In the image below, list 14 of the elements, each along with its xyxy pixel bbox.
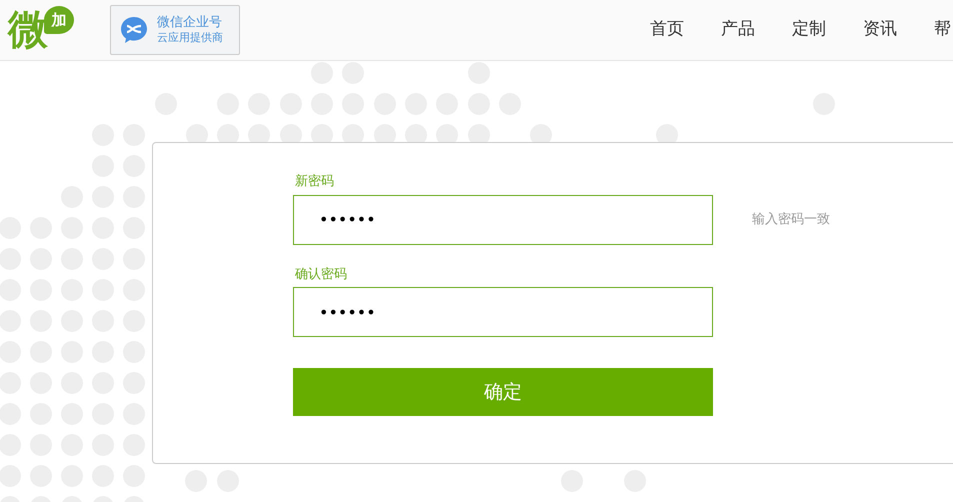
chat-bubble-icon (119, 15, 149, 45)
password-field[interactable]: •••••• (293, 287, 713, 337)
field-label: 新密码 (295, 173, 334, 191)
badge-subtitle: 云应用提供商 (157, 31, 223, 45)
logo-bubble: 加 (44, 6, 74, 34)
badge-title: 微信企业号 (157, 15, 223, 31)
nav-link[interactable]: 资讯 (863, 17, 897, 43)
nav-link[interactable]: 定制 (792, 17, 826, 43)
nav-link[interactable]: 首页 (650, 17, 684, 43)
nav-link[interactable]: 帮 (934, 17, 951, 43)
field-label: 确认密码 (295, 266, 347, 284)
field-hint: 输入密码一致 (752, 210, 830, 229)
password-field[interactable]: •••••• (293, 194, 713, 244)
nav-link[interactable]: 产品 (721, 17, 755, 43)
